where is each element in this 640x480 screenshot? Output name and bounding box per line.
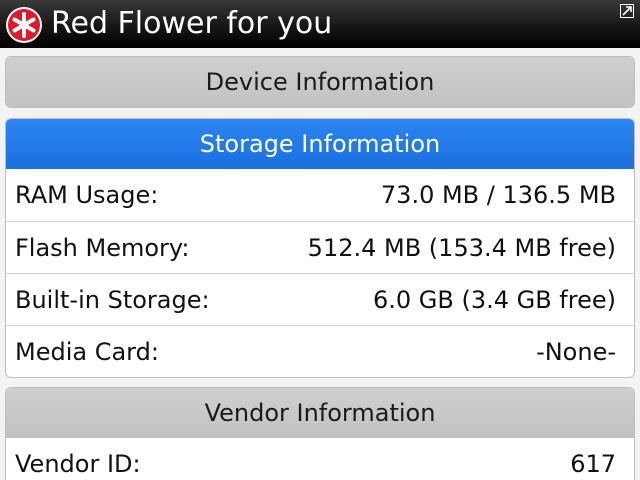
row-value: 6.0 GB (3.4 GB free) [372, 285, 616, 314]
row-value: -None- [536, 337, 616, 366]
app-title: Red Flower for you [51, 6, 333, 41]
storage-information-panel: Storage Information RAM Usage: 73.0 MB /… [5, 118, 635, 378]
row-value: 512.4 MB (153.4 MB free) [307, 233, 616, 262]
vendor-row-id[interactable]: Vendor ID: 617 [6, 438, 634, 480]
row-value: 73.0 MB / 136.5 MB [380, 181, 616, 209]
red-flower-icon [6, 7, 42, 43]
app-screen: Red Flower for you Device Information St… [0, 0, 640, 480]
title-bar: Red Flower for you [0, 0, 640, 48]
storage-row-flash[interactable]: Flash Memory: 512.4 MB (153.4 MB free) [6, 221, 634, 273]
row-label: Built-in Storage: [15, 285, 210, 314]
vendor-information-header[interactable]: Vendor Information [6, 388, 634, 438]
device-information-header[interactable]: Device Information [6, 57, 634, 107]
row-label: RAM Usage: [15, 181, 159, 209]
row-label: Vendor ID: [15, 450, 141, 478]
device-information-panel[interactable]: Device Information [5, 56, 635, 108]
storage-row-media-card[interactable]: Media Card: -None- [6, 325, 634, 377]
storage-information-header[interactable]: Storage Information [6, 119, 634, 169]
row-value: 617 [570, 450, 616, 478]
expand-icon[interactable] [620, 4, 634, 18]
row-label: Flash Memory: [15, 233, 190, 262]
vendor-information-panel: Vendor Information Vendor ID: 617 [5, 387, 635, 480]
row-label: Media Card: [15, 337, 159, 366]
storage-row-ram[interactable]: RAM Usage: 73.0 MB / 136.5 MB [6, 169, 634, 221]
storage-row-builtin[interactable]: Built-in Storage: 6.0 GB (3.4 GB free) [6, 273, 634, 325]
